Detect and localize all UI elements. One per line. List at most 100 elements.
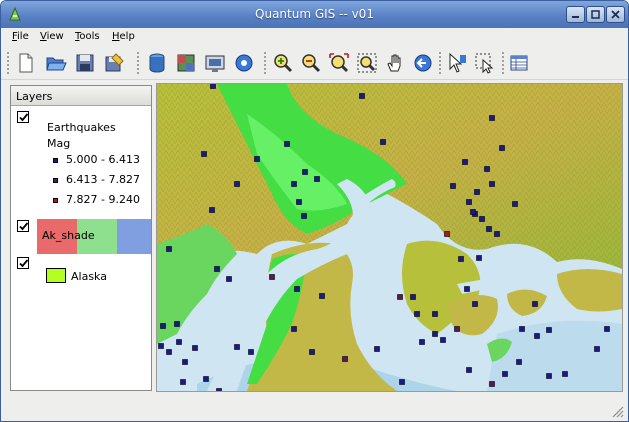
earthquake-point[interactable] <box>291 326 297 332</box>
earthquake-point[interactable] <box>502 371 508 377</box>
earthquake-point[interactable] <box>499 145 505 151</box>
earthquake-point[interactable] <box>296 199 302 205</box>
earthquake-point[interactable] <box>180 379 186 385</box>
identify-button[interactable] <box>445 51 469 75</box>
new-project-button[interactable] <box>14 51 38 75</box>
earthquake-point[interactable] <box>546 327 552 333</box>
alaska-visibility-checkbox[interactable] <box>17 257 29 269</box>
earthquake-point[interactable] <box>489 381 495 387</box>
earthquake-point[interactable] <box>314 176 320 182</box>
ak-shade-visibility-checkbox[interactable] <box>17 220 29 232</box>
zoom-in-button[interactable] <box>271 51 295 75</box>
earthquake-point[interactable] <box>374 346 380 352</box>
earthquake-point[interactable] <box>254 156 260 162</box>
earthquake-point[interactable] <box>512 201 518 207</box>
earthquake-point[interactable] <box>534 333 540 339</box>
earthquake-point[interactable] <box>248 349 254 355</box>
earthquake-point[interactable] <box>432 311 438 317</box>
earthquake-point[interactable] <box>489 181 495 187</box>
zoom-full-button[interactable] <box>327 51 351 75</box>
zoom-selection-button[interactable] <box>355 51 379 75</box>
earthquake-point[interactable] <box>516 359 522 365</box>
earthquake-point[interactable] <box>532 301 538 307</box>
toolbar-grip[interactable] <box>6 51 10 76</box>
earthquake-point[interactable] <box>342 356 348 362</box>
earthquake-point[interactable] <box>476 255 482 261</box>
select-button[interactable] <box>473 51 497 75</box>
earthquake-point[interactable] <box>594 346 600 352</box>
toolbar-grip-5[interactable] <box>501 51 505 76</box>
earthquake-point[interactable] <box>182 359 188 365</box>
earthquake-point[interactable] <box>166 246 172 252</box>
earthquake-point[interactable] <box>494 231 500 237</box>
earthquake-point[interactable] <box>192 345 198 351</box>
minimize-button[interactable] <box>566 6 585 23</box>
earthquake-point[interactable] <box>484 166 490 172</box>
earthquake-point[interactable] <box>546 373 552 379</box>
earthquake-point[interactable] <box>234 181 240 187</box>
ak-shade-layer-name[interactable]: Ak_shade <box>42 229 95 242</box>
layers-header[interactable]: Layers <box>11 86 151 106</box>
earthquake-point[interactable] <box>234 344 240 350</box>
earthquake-point[interactable] <box>160 323 166 329</box>
earthquake-point[interactable] <box>319 293 325 299</box>
earthquake-point[interactable] <box>294 286 300 292</box>
earthquake-point[interactable] <box>226 276 232 282</box>
earthquake-point[interactable] <box>414 311 420 317</box>
earthquake-point[interactable] <box>419 339 425 345</box>
earthquake-point[interactable] <box>489 115 495 121</box>
maximize-button[interactable] <box>586 6 605 23</box>
earthquake-point[interactable] <box>604 326 610 332</box>
earthquake-point[interactable] <box>284 141 290 147</box>
add-raster-layer-button[interactable] <box>174 51 198 75</box>
earthquake-point[interactable] <box>458 256 464 262</box>
zoom-out-button[interactable] <box>299 51 323 75</box>
earthquake-point[interactable] <box>201 151 207 157</box>
earthquake-point[interactable] <box>158 343 164 349</box>
map-canvas[interactable] <box>156 83 623 392</box>
attribute-table-button[interactable] <box>507 51 531 75</box>
alaska-layer-name[interactable]: Alaska <box>71 270 107 283</box>
earthquake-point[interactable] <box>466 367 472 373</box>
resize-grip-icon[interactable] <box>610 404 624 418</box>
earthquake-point[interactable] <box>462 159 468 165</box>
earthquake-point[interactable] <box>479 216 485 222</box>
earthquake-point[interactable] <box>410 294 416 300</box>
earthquake-point[interactable] <box>216 388 222 392</box>
toolbar-grip-3[interactable] <box>263 51 267 76</box>
earthquake-point[interactable] <box>291 181 297 187</box>
earthquake-point[interactable] <box>301 213 307 219</box>
earthquake-point[interactable] <box>399 379 405 385</box>
earthquakes-visibility-checkbox[interactable] <box>17 111 29 123</box>
earthquake-point[interactable] <box>269 274 275 280</box>
toolbar-grip-4[interactable] <box>438 51 442 76</box>
menu-help[interactable]: Help <box>112 31 135 42</box>
earthquake-point[interactable] <box>166 349 172 355</box>
earthquake-point[interactable] <box>309 349 315 355</box>
menu-file[interactable]: File <box>12 31 29 42</box>
earthquake-point[interactable] <box>397 294 403 300</box>
save-project-button[interactable] <box>73 51 97 75</box>
pan-button[interactable] <box>383 51 407 75</box>
save-as-button[interactable] <box>102 51 126 75</box>
earthquake-point[interactable] <box>472 301 478 307</box>
zoom-last-button[interactable] <box>411 51 435 75</box>
earthquake-point[interactable] <box>470 209 476 215</box>
earthquake-point[interactable] <box>450 183 456 189</box>
earthquake-point[interactable] <box>444 231 450 237</box>
toolbar-grip-2[interactable] <box>136 51 140 76</box>
earthquake-point[interactable] <box>174 321 180 327</box>
earthquake-point[interactable] <box>486 226 492 232</box>
title-bar[interactable]: Quantum GIS -- v01 <box>1 1 628 28</box>
add-postgis-layer-button[interactable] <box>203 51 227 75</box>
close-button[interactable] <box>606 6 625 23</box>
earthquake-point[interactable] <box>302 169 308 175</box>
open-project-button[interactable] <box>44 51 68 75</box>
earthquake-point[interactable] <box>380 139 386 145</box>
earthquake-point[interactable] <box>519 326 525 332</box>
add-vector-layer-button[interactable] <box>145 51 169 75</box>
menu-view[interactable]: View <box>40 31 64 42</box>
earthquake-point[interactable] <box>209 207 215 213</box>
earthquake-point[interactable] <box>464 286 470 292</box>
earthquake-point[interactable] <box>432 331 438 337</box>
